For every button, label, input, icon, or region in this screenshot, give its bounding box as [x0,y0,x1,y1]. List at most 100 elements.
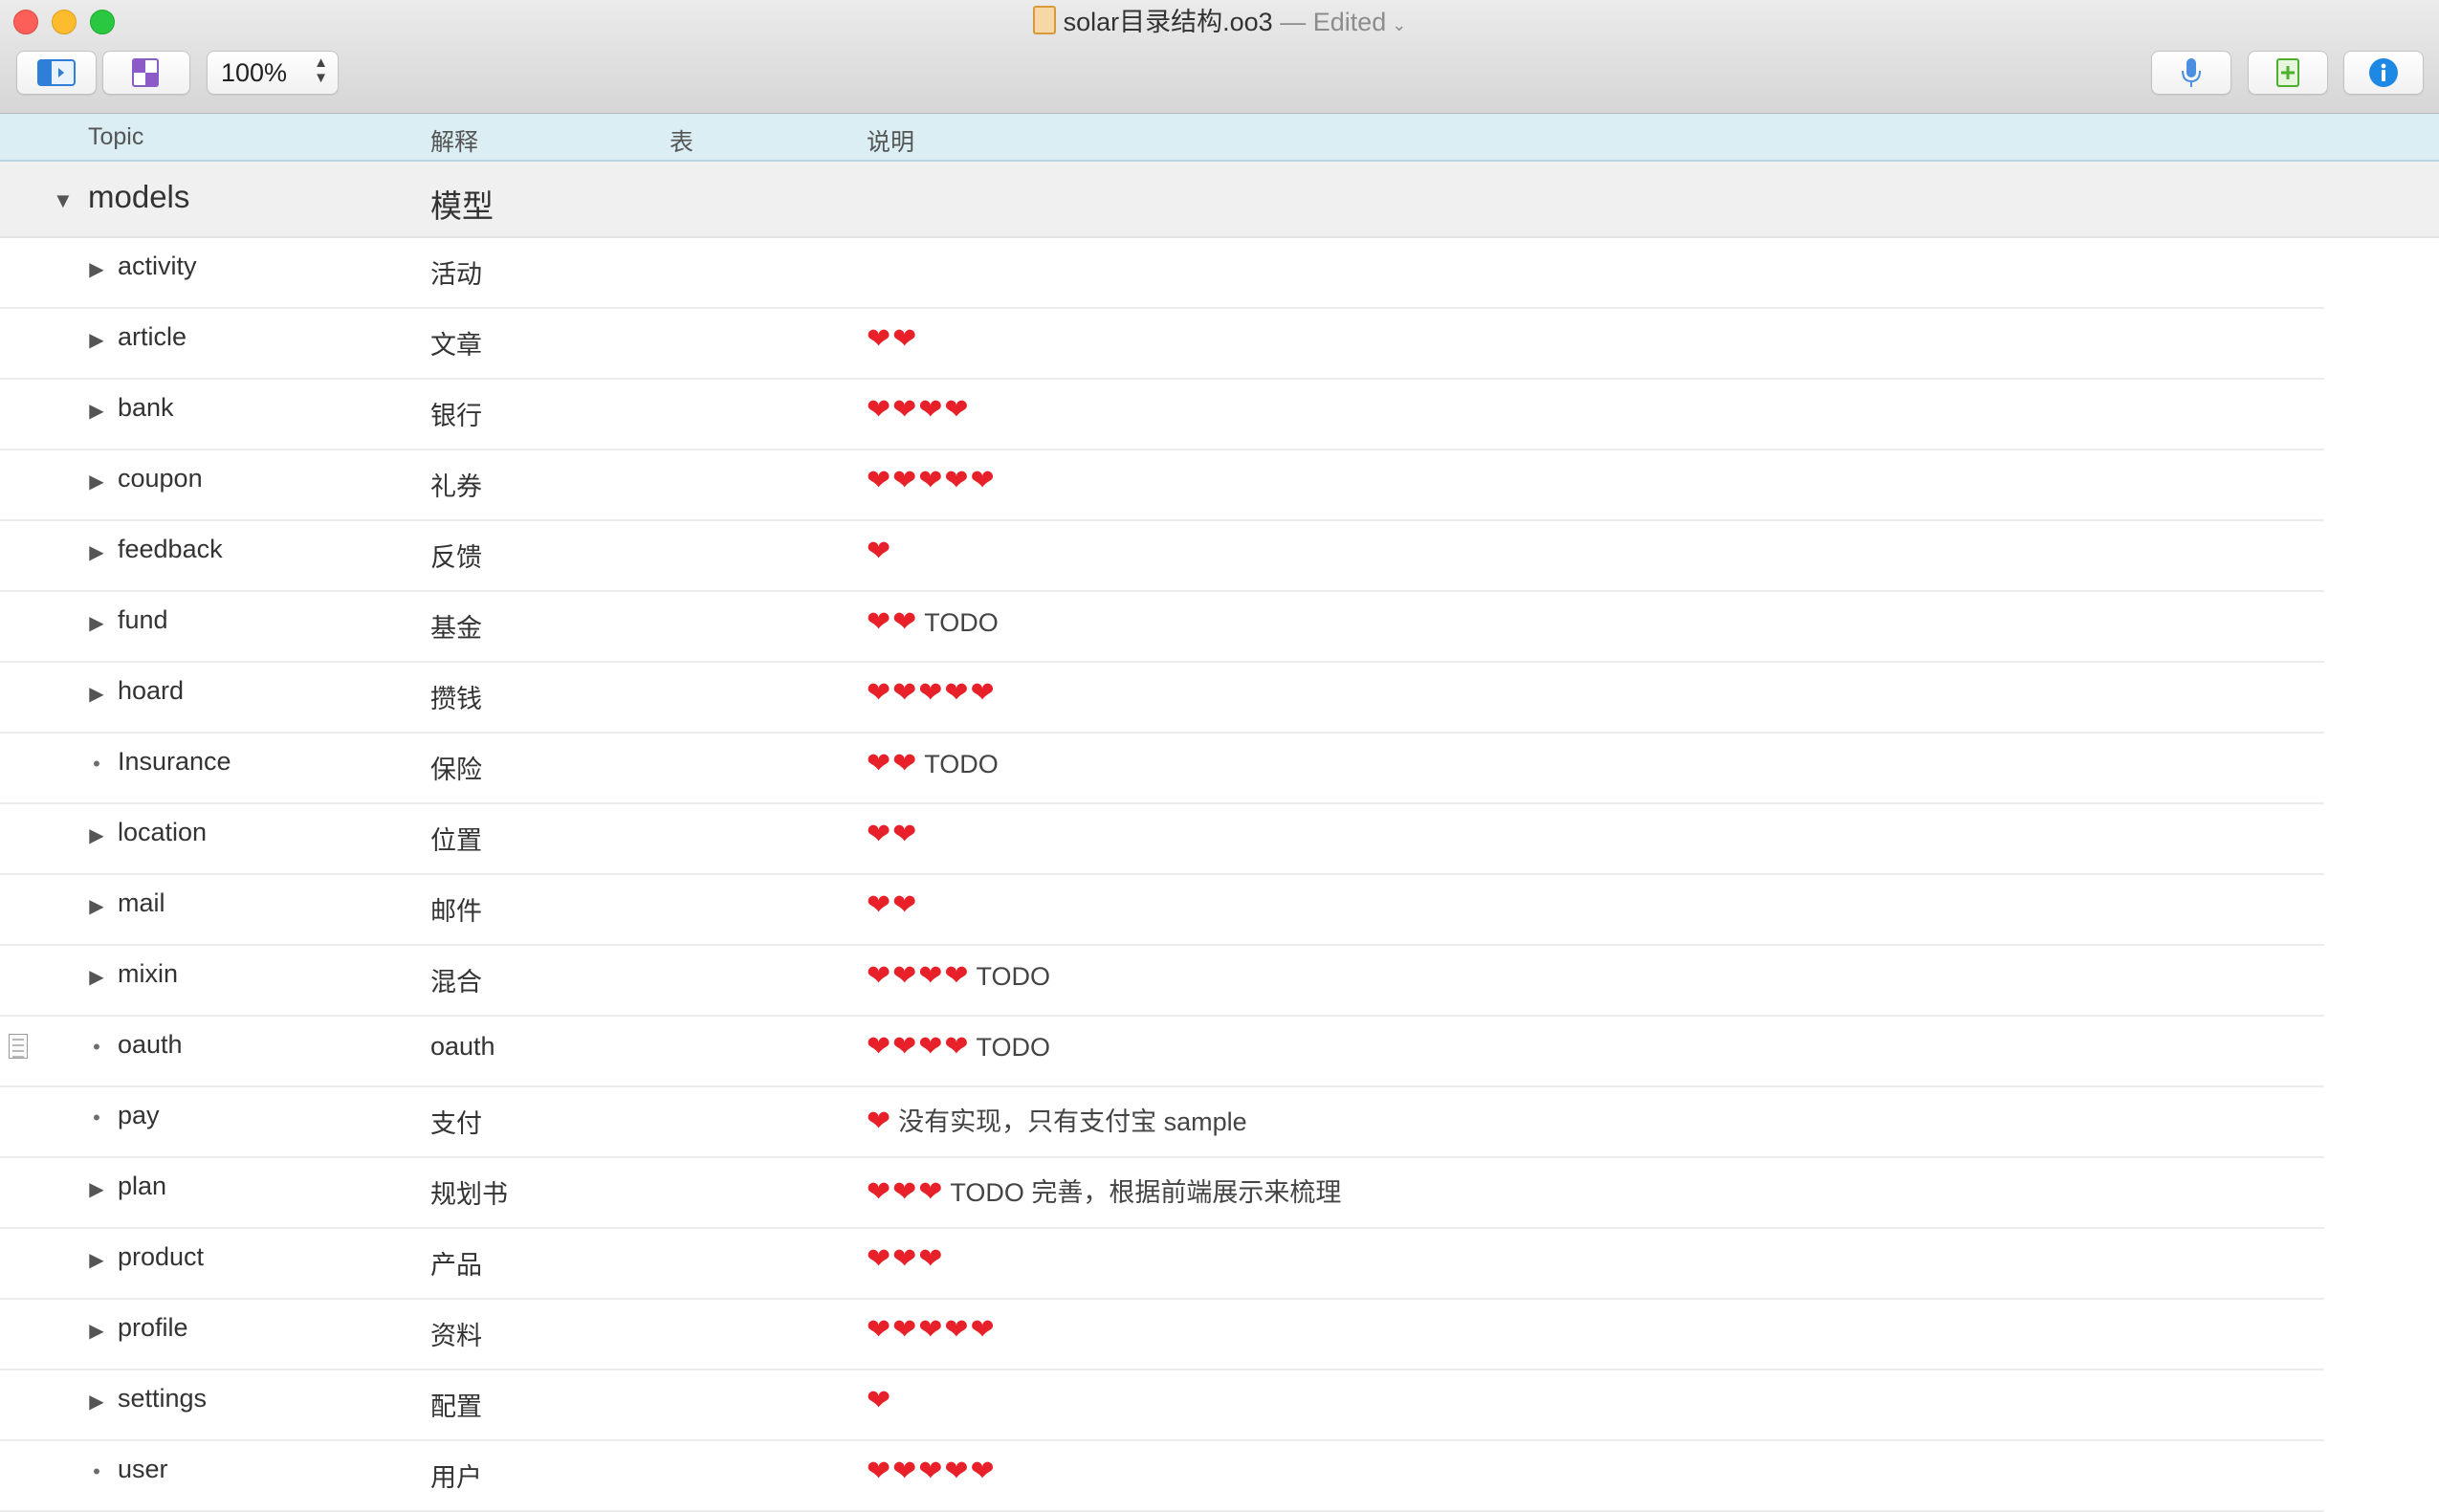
row-explanation[interactable]: 邮件 [430,890,482,928]
row-notes-cell[interactable]: ❤❤❤ [867,1242,950,1276]
row-notes-cell[interactable]: ❤❤ TODO [867,605,999,639]
disclosure-triangle-icon[interactable]: ▶ [88,399,105,423]
disclosure-triangle-icon[interactable]: ▶ [88,540,105,564]
row-explanation[interactable]: 活动 [430,253,482,291]
parent-topic[interactable]: models [88,179,189,215]
row-topic[interactable]: location [118,818,207,847]
row-notes-cell[interactable] [867,252,872,285]
row-explanation[interactable]: 保险 [430,749,482,786]
row-explanation[interactable]: 规划书 [430,1173,508,1211]
column-header-topic[interactable]: Topic [88,123,143,151]
row-topic[interactable]: oauth [118,1030,183,1060]
row-notes-cell[interactable]: ❤❤❤❤ TODO [867,1030,1050,1063]
dictation-button[interactable] [2151,51,2231,95]
column-header-notes[interactable]: 说明 [867,123,914,158]
disclosure-triangle-icon[interactable]: ▶ [88,1177,105,1201]
window-title[interactable]: solar目录结构.oo3 — Edited ⌄ [0,4,2439,43]
row-topic[interactable]: coupon [118,464,203,493]
row-explanation[interactable]: 配置 [430,1386,482,1423]
row-explanation[interactable]: 基金 [430,607,482,645]
outline-row[interactable]: ▶ profile 资料 ❤❤❤❤❤ [0,1300,2324,1370]
style-inspector-button[interactable] [102,51,190,95]
row-explanation[interactable]: 支付 [430,1103,482,1140]
column-header-table[interactable]: 表 [670,123,693,158]
row-topic[interactable]: profile [118,1313,188,1343]
disclosure-triangle-expanded-icon[interactable]: ▼ [53,188,74,213]
row-topic[interactable]: feedback [118,535,223,564]
row-notes-cell[interactable]: ❤❤❤ TODO 完善，根据前端展示来梳理 [867,1172,1341,1209]
row-notes-cell[interactable]: ❤❤ [867,818,924,851]
disclosure-triangle-icon[interactable]: ▶ [88,1248,105,1272]
outline-row[interactable]: • pay 支付 ❤ 没有实现，只有支付宝 sample [0,1087,2324,1158]
row-notes-cell[interactable]: ❤❤❤❤ TODO [867,959,1050,993]
outline-row[interactable]: ▶ activity 活动 [0,238,2324,309]
row-explanation[interactable]: 位置 [430,820,482,857]
row-explanation[interactable]: 文章 [430,324,482,362]
row-topic[interactable]: mail [118,888,165,918]
disclosure-triangle-icon[interactable]: ▶ [88,1390,105,1413]
row-notes-cell[interactable]: ❤❤❤❤❤ [867,464,1002,497]
column-header-explanation[interactable]: 解释 [430,123,478,158]
outline-row[interactable]: • Insurance 保险 ❤❤ TODO [0,734,2324,804]
row-topic[interactable]: hoard [118,676,184,706]
outline-row-models[interactable]: ▼ models 模型 [0,162,2439,238]
row-topic[interactable]: fund [118,605,168,635]
outline-row[interactable]: ▶ location 位置 ❤❤ [0,804,2324,875]
outline-row[interactable]: ▶ hoard 攒钱 ❤❤❤❤❤ [0,663,2324,734]
row-topic[interactable]: activity [118,252,197,281]
outline-row[interactable]: • oauth oauth ❤❤❤❤ TODO [0,1017,2324,1087]
add-row-button[interactable] [2248,51,2328,95]
row-topic[interactable]: mixin [118,959,178,989]
row-topic[interactable]: product [118,1242,204,1272]
row-notes-cell[interactable]: ❤❤ TODO [867,747,999,780]
row-notes-cell[interactable]: ❤❤ [867,888,924,922]
disclosure-triangle-icon[interactable]: ▶ [88,823,105,847]
row-topic[interactable]: settings [118,1384,207,1413]
disclosure-triangle-icon[interactable]: ▶ [88,611,105,635]
row-explanation[interactable]: 产品 [430,1244,482,1282]
disclosure-triangle-icon[interactable]: ▶ [88,894,105,918]
row-explanation[interactable]: 反馈 [430,537,482,574]
row-topic[interactable]: bank [118,393,174,423]
row-notes-cell[interactable]: ❤ [867,535,898,568]
parent-explanation[interactable]: 模型 [430,181,494,227]
row-topic[interactable]: plan [118,1172,166,1201]
inspector-button[interactable] [2343,51,2424,95]
disclosure-triangle-icon[interactable]: ▶ [88,328,105,352]
disclosure-triangle-icon[interactable]: ▶ [88,1319,105,1343]
outline-row[interactable]: ▶ product 产品 ❤❤❤ [0,1229,2324,1300]
outline-row[interactable]: ▶ coupon 礼券 ❤❤❤❤❤ [0,450,2324,521]
row-explanation[interactable]: 攒钱 [430,678,482,715]
row-notes-cell[interactable]: ❤❤❤❤❤ [867,676,1002,710]
note-document-icon[interactable] [9,1034,28,1059]
outline-row[interactable]: ▶ mail 邮件 ❤❤ [0,875,2324,946]
outline-row[interactable]: ▶ fund 基金 ❤❤ TODO [0,592,2324,663]
outline-row[interactable]: • user 用户 ❤❤❤❤❤ [0,1441,2324,1512]
row-explanation[interactable]: 混合 [430,961,482,998]
row-notes-cell[interactable]: ❤❤ [867,322,924,356]
row-explanation[interactable]: 银行 [430,395,482,432]
disclosure-triangle-icon[interactable]: ▶ [88,257,105,281]
outline-row[interactable]: ▶ bank 银行 ❤❤❤❤ [0,380,2324,450]
disclosure-triangle-icon[interactable]: ▶ [88,682,105,706]
row-notes-cell[interactable]: ❤❤❤❤❤ [867,1313,1002,1347]
row-topic[interactable]: user [118,1455,168,1484]
zoom-stepper-icon[interactable]: ▲ ▼ [314,55,328,86]
row-explanation[interactable]: oauth [430,1032,495,1062]
outline-row[interactable]: ▶ article 文章 ❤❤ [0,309,2324,380]
row-notes-cell[interactable]: ❤ 没有实现，只有支付宝 sample [867,1101,1247,1138]
row-explanation[interactable]: 礼券 [430,466,482,503]
outline-row[interactable]: ▶ settings 配置 ❤ [0,1370,2324,1441]
outline-row[interactable]: ▶ feedback 反馈 ❤ [0,521,2324,592]
outline-row[interactable]: ▶ plan 规划书 ❤❤❤ TODO 完善，根据前端展示来梳理 [0,1158,2324,1229]
row-explanation[interactable]: 资料 [430,1315,482,1352]
row-notes-cell[interactable]: ❤❤❤❤❤ [867,1455,1002,1488]
outline-row[interactable]: ▶ mixin 混合 ❤❤❤❤ TODO [0,946,2324,1017]
sidebar-toggle-button[interactable] [16,51,97,95]
row-explanation[interactable]: 用户 [430,1457,482,1494]
row-topic[interactable]: Insurance [118,747,231,777]
chevron-down-icon[interactable]: ⌄ [1392,15,1406,34]
zoom-field[interactable]: 100% ▲ ▼ [207,51,339,95]
row-notes-cell[interactable]: ❤❤❤❤ [867,393,977,427]
row-notes-cell[interactable]: ❤ [867,1384,898,1417]
